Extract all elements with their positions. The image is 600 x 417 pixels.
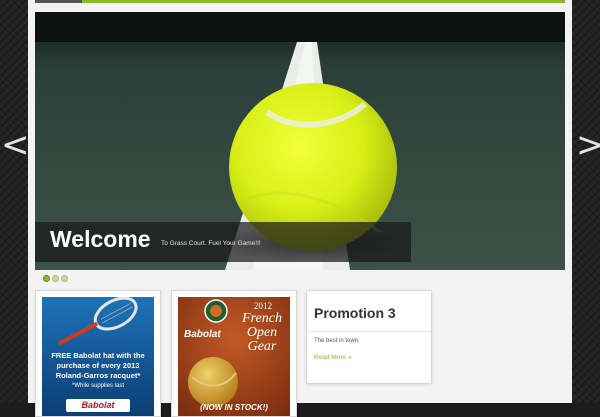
slide-caption-subtitle: To Grass Court. Fuel Your Game!!! xyxy=(161,240,261,247)
slider-next-arrow-icon[interactable]: > xyxy=(576,128,600,162)
promo-2-brand-logo: Babolat xyxy=(184,329,221,340)
promo-2-headline-1: French xyxy=(242,311,282,326)
promo-3-text: The best in town. xyxy=(314,338,360,344)
slider-dot-2[interactable] xyxy=(52,275,59,282)
promo-3-divider xyxy=(307,331,431,332)
promo-1-ad-image[interactable]: FREE Babolat hat with the purchase of ev… xyxy=(42,297,154,416)
slider-prev-arrow-icon[interactable]: < xyxy=(1,128,30,162)
promo-card-1[interactable]: FREE Babolat hat with the purchase of ev… xyxy=(35,290,161,417)
hero-slider[interactable]: Welcome To Grass Court. Fuel Your Game!!… xyxy=(35,12,565,270)
top-accent-bar-dark xyxy=(35,0,82,3)
promo-2-headline-2: Open xyxy=(246,325,278,340)
slider-dot-3[interactable] xyxy=(61,275,68,282)
promo-1-ad-line-2: purchase of every 2013 xyxy=(56,361,140,370)
slide-caption: Welcome To Grass Court. Fuel Your Game!!… xyxy=(35,222,411,262)
promo-2-ad-image[interactable]: 2012 French Open Gear Babolat (NOW IN ST… xyxy=(178,297,290,416)
promo-card-3: Promotion 3 The best in town. Read More … xyxy=(306,290,432,384)
promo-1-ad-line-1: FREE Babolat hat with the xyxy=(51,351,145,360)
slide-caption-title: Welcome xyxy=(50,226,151,252)
promo-2-stock-note: (NOW IN STOCK!) xyxy=(200,403,268,412)
promo-2-headline-3: Gear xyxy=(247,339,277,354)
promo-1-ad-line-3: Roland-Garros racquet* xyxy=(55,371,141,380)
promo-3-read-more-link[interactable]: Read More » xyxy=(314,354,352,361)
promo-3-title: Promotion 3 xyxy=(314,305,396,321)
promo-2-year: 2012 xyxy=(254,301,272,311)
promo-1-brand-logo: Babolat xyxy=(81,400,115,410)
slider-pagination xyxy=(43,275,68,283)
promo-1-ad-footnote: *While supplies last xyxy=(71,383,125,389)
top-accent-bar xyxy=(35,0,565,3)
promo-card-2[interactable]: 2012 French Open Gear Babolat (NOW IN ST… xyxy=(171,290,297,417)
slider-dot-1[interactable] xyxy=(43,275,50,282)
